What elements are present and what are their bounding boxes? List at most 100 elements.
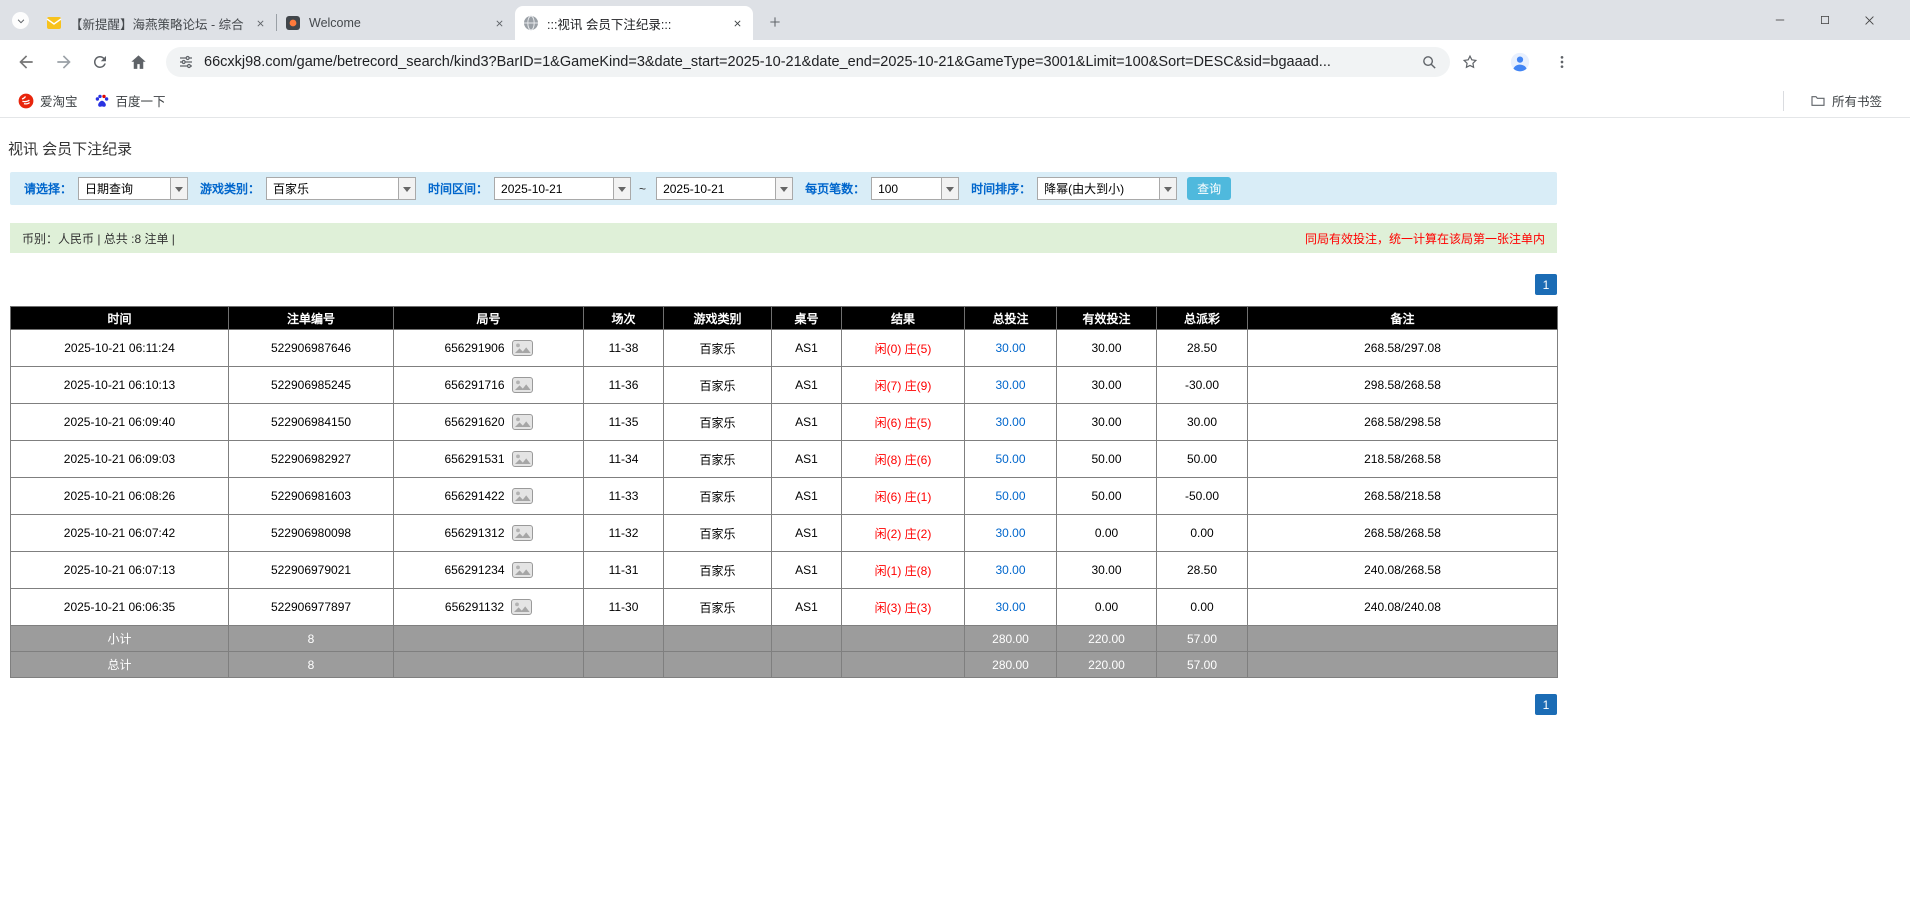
tab-close-icon[interactable]	[252, 15, 268, 31]
page-title: 视讯 会员下注纪录	[8, 141, 133, 158]
round-number: 656291312	[444, 526, 505, 540]
tab-welcome[interactable]: Welcome	[277, 6, 515, 40]
result-banker: 庄(1)	[904, 489, 932, 504]
result-player: 闲(6)	[874, 415, 902, 430]
forward-button[interactable]	[50, 48, 78, 76]
date-start-select[interactable]: 2025-10-21	[494, 177, 632, 200]
header-bet-id: 注单编号	[228, 306, 394, 330]
game-type-label: 游戏类别：	[200, 182, 261, 196]
reload-icon	[93, 55, 106, 68]
replay-video-icon[interactable]	[511, 414, 533, 430]
reload-button[interactable]	[86, 48, 114, 76]
total-row: 总计 8 280.00 220.00 57.00	[10, 651, 1558, 678]
total-bet-link[interactable]: 30.00	[995, 563, 1025, 577]
minimize-button[interactable]	[1757, 0, 1802, 40]
forum-favicon-icon	[46, 17, 62, 29]
all-bookmarks-label: 所有书签	[1831, 95, 1882, 109]
game-type-value: 百家乐	[273, 182, 310, 196]
tab-search-button[interactable]	[12, 12, 29, 29]
cell-valid-bet: 50.00	[1056, 477, 1157, 515]
query-type-select[interactable]: 日期查询	[78, 177, 189, 200]
bet-note: 同局有效投注，统一计算在该局第一张注单内	[1304, 231, 1545, 246]
bookmark-baidu[interactable]: 百度一下	[86, 87, 174, 114]
tab-forum[interactable]: 【新提醒】海燕策略论坛 - 综合	[38, 6, 276, 40]
tab-close-icon[interactable]	[729, 15, 745, 31]
maximize-button[interactable]	[1802, 0, 1847, 40]
cell-remark: 240.08/240.08	[1247, 588, 1558, 626]
filter-bar: 请选择： 日期查询 游戏类别： 百家乐 时间区间： 2025-10-21 ~ 2…	[10, 172, 1557, 205]
dropdown-arrow-icon[interactable]	[613, 178, 631, 199]
tab-bet-records[interactable]: :::视讯 会员下注纪录:::	[515, 6, 753, 40]
all-bookmarks-button[interactable]: 所有书签	[1802, 87, 1890, 114]
total-bet-link[interactable]: 30.00	[995, 600, 1025, 614]
cell-remark: 268.58/297.08	[1247, 329, 1558, 367]
welcome-favicon-icon	[286, 16, 300, 30]
total-bet-link[interactable]: 30.00	[995, 378, 1025, 392]
cell-valid-bet: 30.00	[1056, 551, 1157, 589]
game-type-select[interactable]: 百家乐	[266, 177, 417, 200]
back-button[interactable]	[12, 48, 40, 76]
cell-valid-bet: 30.00	[1056, 366, 1157, 404]
result-player: 闲(6)	[874, 489, 902, 504]
header-valid-bet: 有效投注	[1056, 306, 1157, 330]
close-button[interactable]	[1847, 0, 1892, 40]
header-remark: 备注	[1247, 306, 1558, 330]
tune-icon[interactable]	[178, 54, 194, 70]
zoom-icon[interactable]	[1421, 54, 1438, 71]
cell-result: 闲(2) 庄(2)	[841, 514, 965, 552]
replay-video-icon[interactable]	[511, 451, 533, 467]
date-end-select[interactable]: 2025-10-21	[656, 177, 794, 200]
profile-button[interactable]	[1506, 48, 1534, 76]
total-payout: 57.00	[1156, 651, 1248, 678]
header-time: 时间	[10, 306, 229, 330]
result-banker: 庄(8)	[904, 563, 932, 578]
bookmark-star-button[interactable]	[1456, 48, 1484, 76]
replay-video-icon[interactable]	[511, 377, 533, 393]
search-button[interactable]: 查询	[1187, 177, 1232, 200]
cell-bet-id: 522906985245	[228, 366, 394, 404]
cell-game-type: 百家乐	[663, 477, 772, 515]
table-row: 2025-10-21 06:07:42 522906980098 6562913…	[10, 514, 1558, 552]
subtotal-count: 8	[228, 625, 394, 652]
total-bet-link[interactable]: 50.00	[995, 489, 1025, 503]
total-bet-link[interactable]: 30.00	[995, 341, 1025, 355]
table-row: 2025-10-21 06:09:03 522906982927 6562915…	[10, 440, 1558, 478]
cell-table-no: AS1	[771, 477, 842, 515]
total-bet-link[interactable]: 30.00	[995, 526, 1025, 540]
cell-session: 11-36	[583, 366, 664, 404]
pagination-page-1-bottom[interactable]: 1	[1535, 694, 1557, 715]
page-size-select[interactable]: 100	[871, 177, 960, 200]
total-bet-link[interactable]: 30.00	[995, 415, 1025, 429]
dropdown-arrow-icon[interactable]	[775, 178, 793, 199]
cell-round-no: 656291312	[393, 514, 584, 552]
home-icon	[130, 54, 146, 69]
bet-records-table: 时间 注单编号 局号 场次 游戏类别 桌号 结果 总投注 有效投注 总派彩 备注…	[10, 306, 1558, 678]
cell-session: 11-31	[583, 551, 664, 589]
replay-video-icon[interactable]	[511, 525, 533, 541]
star-icon	[1462, 54, 1478, 69]
header-table-no: 桌号	[771, 306, 842, 330]
menu-button[interactable]	[1548, 48, 1576, 76]
address-bar[interactable]: 66cxkj98.com/game/betrecord_search/kind3…	[166, 47, 1450, 77]
replay-video-icon[interactable]	[511, 488, 533, 504]
bookmark-taobao[interactable]: 爱淘宝	[10, 87, 86, 114]
replay-video-icon[interactable]	[511, 340, 533, 356]
table-header-row: 时间 注单编号 局号 场次 游戏类别 桌号 结果 总投注 有效投注 总派彩 备注	[10, 306, 1558, 330]
navigation-bar: 66cxkj98.com/game/betrecord_search/kind3…	[0, 40, 1910, 84]
round-number: 656291531	[444, 452, 505, 466]
header-round-no: 局号	[393, 306, 584, 330]
dropdown-arrow-icon[interactable]	[398, 178, 416, 199]
dropdown-arrow-icon[interactable]	[170, 178, 188, 199]
home-button[interactable]	[124, 48, 152, 76]
total-bet-link[interactable]: 50.00	[995, 452, 1025, 466]
pagination-page-1-top[interactable]: 1	[1535, 274, 1557, 295]
tab-close-icon[interactable]	[491, 15, 507, 31]
replay-video-icon[interactable]	[511, 562, 533, 578]
sort-select[interactable]: 降幂(由大到小)	[1037, 177, 1178, 200]
bookmarks-divider	[1782, 90, 1784, 111]
dropdown-arrow-icon[interactable]	[1159, 178, 1177, 199]
dropdown-arrow-icon[interactable]	[941, 178, 959, 199]
replay-video-icon[interactable]	[511, 599, 533, 615]
new-tab-button[interactable]	[761, 8, 789, 36]
cell-game-type: 百家乐	[663, 440, 772, 478]
